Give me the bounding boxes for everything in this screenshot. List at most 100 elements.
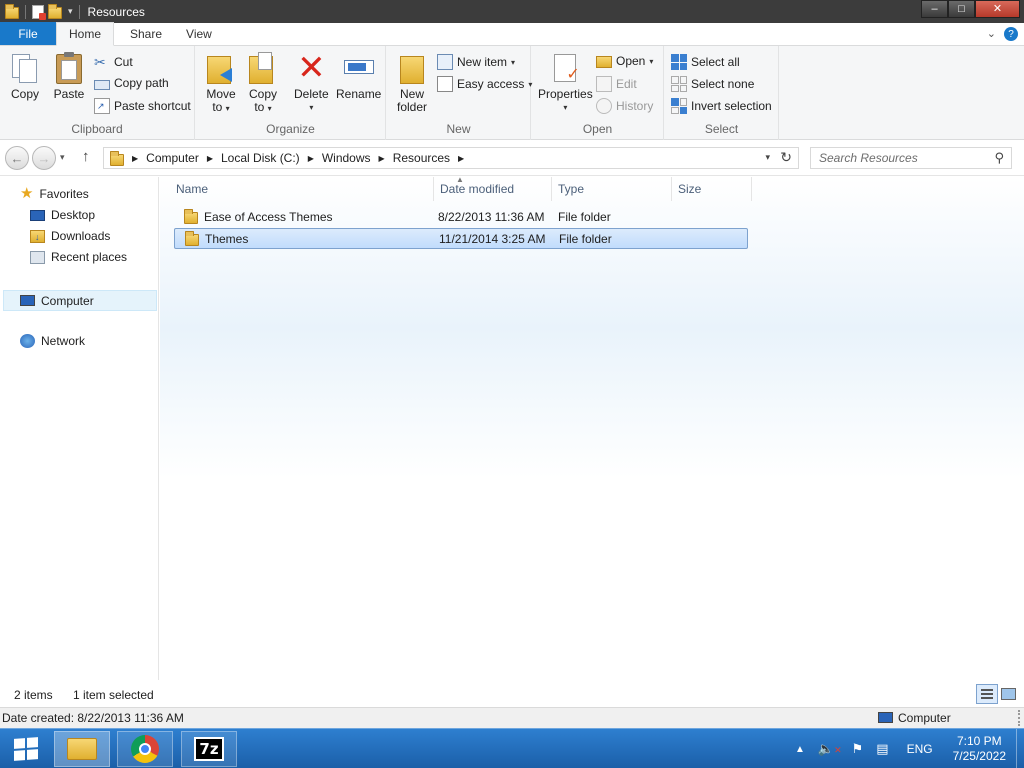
breadcrumb-local-disk[interactable]: Local Disk (C:) — [215, 151, 306, 165]
column-header-name[interactable]: Name — [170, 177, 434, 201]
paste-shortcut-icon: ↗ — [94, 98, 110, 114]
delete-label: Delete — [294, 87, 329, 101]
properties-qat-icon[interactable] — [32, 4, 46, 20]
maximize-button[interactable]: □ — [948, 0, 975, 18]
nav-network[interactable]: Network — [20, 334, 85, 348]
search-box[interactable]: Search Resources ⚲ — [810, 147, 1012, 169]
breadcrumb-separator-icon[interactable]: ▶ — [377, 154, 387, 163]
help-icon[interactable]: ? — [1004, 27, 1018, 41]
organize-group: Move to ▾ Copy to ▾ ✕ Delete ▾ Rename Or… — [196, 46, 386, 140]
new-item-button[interactable]: New item ▾ — [437, 54, 515, 70]
address-dropdown-chevron-icon[interactable]: ▾ — [765, 152, 770, 163]
clock[interactable]: 7:10 PM 7/25/2022 — [943, 734, 1016, 764]
up-arrow-icon[interactable]: ↑ — [82, 148, 90, 165]
taskbar-chrome[interactable] — [117, 731, 173, 767]
copy-path-label: Copy path — [114, 76, 169, 90]
address-bar[interactable]: ▶ Computer ▶ Local Disk (C:) ▶ Windows ▶… — [103, 147, 799, 169]
nav-favorites[interactable]: ★ Favorites — [20, 186, 89, 201]
copy-button[interactable]: Copy — [8, 50, 42, 101]
properties-caret-icon: ▾ — [563, 103, 568, 112]
address-folder-icon — [110, 150, 124, 166]
rename-button[interactable]: Rename — [336, 50, 381, 101]
history-button[interactable]: History — [596, 98, 653, 114]
tab-file[interactable]: File — [0, 22, 56, 45]
breadcrumb-separator-icon[interactable]: ▶ — [456, 154, 466, 163]
customize-qat-chevron-icon[interactable]: ▾ — [68, 6, 73, 17]
paste-shortcut-button[interactable]: ↗ Paste shortcut — [94, 98, 191, 114]
windows-logo-icon — [14, 737, 38, 761]
table-row[interactable]: Themes 11/21/2014 3:25 AM File folder — [174, 228, 748, 249]
new-group-label: New — [446, 122, 471, 136]
explorer-folder-icon[interactable] — [5, 4, 19, 19]
network-tray-icon[interactable]: ▤ — [868, 741, 896, 757]
breadcrumb-resources[interactable]: Resources — [387, 151, 456, 165]
open-button[interactable]: Open ▾ — [596, 54, 653, 68]
tab-share[interactable]: Share — [114, 22, 176, 45]
invert-selection-button[interactable]: Invert selection — [671, 98, 772, 114]
easy-access-button[interactable]: Easy access ▾ — [437, 76, 532, 92]
select-all-button[interactable]: Select all — [671, 54, 740, 70]
breadcrumb-separator-icon[interactable]: ▶ — [205, 154, 215, 163]
delete-button[interactable]: ✕ Delete ▾ — [294, 50, 329, 114]
back-button[interactable]: ← — [5, 146, 29, 170]
start-button[interactable] — [4, 733, 48, 765]
language-indicator[interactable]: ENG — [897, 742, 943, 756]
minimize-icon: – — [931, 2, 938, 15]
action-center-flag-icon[interactable]: ⚑ — [847, 741, 869, 757]
select-all-label: Select all — [691, 55, 740, 69]
new-folder-button[interactable]: New folder — [395, 50, 429, 114]
close-button[interactable]: ✕ — [975, 0, 1020, 18]
minimize-button[interactable]: – — [921, 0, 948, 18]
copy-path-button[interactable]: Copy path — [94, 76, 169, 90]
open-group-label: Open — [582, 122, 613, 136]
resize-grip[interactable] — [1018, 710, 1022, 726]
move-to-button[interactable]: Move to ▾ — [204, 50, 238, 115]
cut-label: Cut — [114, 55, 133, 69]
file-type: File folder — [558, 209, 611, 224]
large-icons-view-icon[interactable] — [1001, 688, 1016, 700]
nav-downloads-label: Downloads — [51, 229, 111, 243]
taskbar: 7z ▲ 🔈✕ ⚑ ▤ ENG 7:10 PM 7/25/2022 — [0, 728, 1024, 768]
cut-button[interactable]: ✂ Cut — [94, 54, 133, 70]
ribbon-tabs: File Home Share View ⌄ ? — [0, 22, 1024, 46]
details-view-icon[interactable] — [976, 684, 998, 704]
quick-access-toolbar: ▾ — [0, 0, 82, 23]
volume-muted-icon[interactable]: 🔈✕ — [813, 741, 847, 757]
nav-computer[interactable]: Computer — [3, 290, 157, 311]
recent-places-icon — [30, 250, 45, 264]
select-none-button[interactable]: Select none — [671, 76, 754, 92]
new-folder-qat-icon[interactable] — [48, 4, 62, 19]
nav-desktop[interactable]: Desktop — [30, 208, 95, 222]
taskbar-file-explorer[interactable] — [54, 731, 110, 767]
column-header-size[interactable]: Size — [672, 177, 752, 201]
forward-arrow-icon: → — [37, 150, 51, 166]
copy-to-icon — [246, 50, 280, 86]
paste-button[interactable]: Paste — [52, 50, 86, 101]
breadcrumb-windows[interactable]: Windows — [316, 151, 377, 165]
show-desktop-button[interactable] — [1016, 729, 1024, 768]
tab-home[interactable]: Home — [56, 22, 114, 46]
breadcrumb-computer[interactable]: Computer — [140, 151, 205, 165]
tab-view[interactable]: View — [176, 22, 222, 45]
column-header-type[interactable]: Type — [552, 177, 672, 201]
maximize-icon: □ — [958, 2, 965, 15]
edit-button[interactable]: Edit — [596, 76, 637, 92]
show-hidden-icons-icon[interactable]: ▲ — [787, 744, 813, 755]
delete-caret-icon: ▾ — [309, 103, 314, 112]
copy-to-button[interactable]: Copy to ▾ — [246, 50, 280, 115]
properties-button[interactable]: ✓ Properties ▾ — [538, 50, 593, 114]
nav-recent-places[interactable]: Recent places — [30, 250, 127, 264]
search-icon[interactable]: ⚲ — [994, 150, 1004, 166]
copy-to-label-2: to ▾ — [254, 100, 272, 114]
breadcrumb-separator-icon[interactable]: ▶ — [306, 154, 316, 163]
nav-downloads[interactable]: ↓ Downloads — [30, 229, 110, 243]
table-row[interactable]: Ease of Access Themes 8/22/2013 11:36 AM… — [174, 206, 748, 227]
column-header-date-modified[interactable]: Date modified — [434, 177, 552, 201]
clock-date: 7/25/2022 — [952, 749, 1006, 763]
ribbon-collapse-chevron-icon[interactable]: ⌄ — [987, 27, 996, 41]
taskbar-7zip[interactable]: 7z — [181, 731, 237, 767]
forward-button[interactable]: → — [32, 146, 56, 170]
recent-locations-chevron-icon[interactable]: ▾ — [60, 152, 65, 163]
refresh-icon[interactable]: ↻ — [780, 149, 792, 166]
breadcrumb-separator-icon[interactable]: ▶ — [130, 154, 140, 163]
